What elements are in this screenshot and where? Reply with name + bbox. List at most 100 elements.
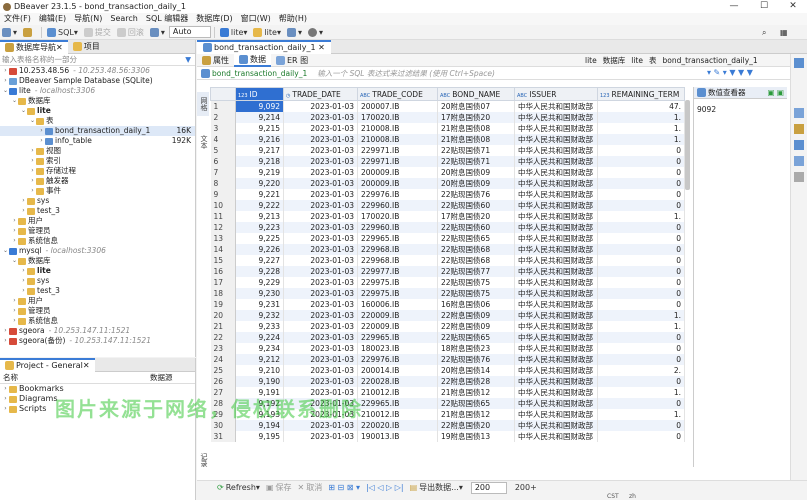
table-cell[interactable]: 220028.IB xyxy=(357,376,438,387)
table-cell[interactable]: 22贴现国债60 xyxy=(437,222,515,233)
table-cell[interactable]: 229977.IB xyxy=(357,266,438,277)
expand-arrow-icon[interactable]: › xyxy=(2,404,9,414)
panel-toggle-icon[interactable] xyxy=(794,156,804,166)
table-cell[interactable]: 2023-01-03 xyxy=(283,112,358,123)
table-row[interactable]: 10 9,222 2023-01-03 229960.IB 22贴现国债60 中华人民共和… xyxy=(210,200,685,211)
table-cell[interactable]: 中华人民共和国财政部 xyxy=(514,200,598,211)
table-cell[interactable]: 200009.IB xyxy=(357,167,438,178)
table-cell[interactable]: 22附息国债28 xyxy=(437,376,515,387)
db-icon-button[interactable] xyxy=(21,26,36,39)
table-cell[interactable]: 中华人民共和国财政部 xyxy=(514,233,598,244)
table-cell[interactable]: 中华人民共和国财政部 xyxy=(514,244,598,255)
table-row[interactable]: 5 9,217 2023-01-03 229971.IB 22贴现国债71 中华人民共和国… xyxy=(210,145,685,156)
row-limit-input[interactable]: 200 xyxy=(470,481,507,494)
table-cell[interactable]: 中华人民共和国财政部 xyxy=(514,145,598,156)
table-cell[interactable]: 229968.IB xyxy=(357,244,438,255)
expand-arrow-icon[interactable]: ⌄ xyxy=(29,116,36,126)
table-cell[interactable]: 1. xyxy=(597,321,685,332)
table-cell[interactable]: 20附息国债09 xyxy=(437,167,515,178)
table-cell[interactable]: 0 xyxy=(597,277,685,288)
table-cell[interactable]: 9,212 xyxy=(235,354,284,365)
table-cell[interactable]: 229965.IB xyxy=(357,233,438,244)
record-side-tab[interactable]: 记录 xyxy=(197,448,209,472)
crumb[interactable]: lite xyxy=(631,56,643,65)
menu-item[interactable]: 文件(F) xyxy=(0,13,35,25)
column-header[interactable]: ◷ TRADE_DATE xyxy=(283,87,358,101)
table-cell[interactable]: 中华人民共和国财政部 xyxy=(514,123,598,134)
table-cell[interactable]: 2023-01-03 xyxy=(283,178,358,189)
table-cell[interactable]: 229971.IB xyxy=(357,145,438,156)
tree-node[interactable]: › 系统信息 xyxy=(0,316,195,326)
table-cell[interactable]: 0 xyxy=(597,332,685,343)
expand-arrow-icon[interactable]: ⌄ xyxy=(2,246,9,256)
tree-node[interactable]: › 事件 xyxy=(0,186,195,196)
table-row[interactable]: 7 9,219 2023-01-03 200009.IB 20附息国债09 中华人民共和国… xyxy=(210,167,685,178)
table-cell[interactable]: 20附息国债14 xyxy=(437,365,515,376)
row-number[interactable]: 5 xyxy=(210,145,236,156)
menu-item[interactable]: 窗口(W) xyxy=(237,13,275,25)
table-cell[interactable]: 229965.IB xyxy=(357,398,438,409)
table-cell[interactable]: 210008.IB xyxy=(357,123,438,134)
row-number[interactable]: 11 xyxy=(210,211,236,222)
row-number[interactable]: 9 xyxy=(210,189,236,200)
row-number[interactable]: 4 xyxy=(210,134,236,145)
table-row[interactable]: 24 9,212 2023-01-03 229976.IB 22贴现国债76 中华人民共和… xyxy=(210,354,685,365)
table-cell[interactable]: 229976.IB xyxy=(357,189,438,200)
table-cell[interactable]: 2023-01-03 xyxy=(283,365,358,376)
tree-node[interactable]: › sgeora - 10.253.147.11:1521 xyxy=(0,326,195,336)
expand-arrow-icon[interactable]: › xyxy=(29,176,36,186)
value-viewer-actions[interactable]: ▣ ▣ xyxy=(767,88,784,97)
table-row[interactable]: 8 9,220 2023-01-03 200009.IB 20附息国债09 中华人民共和国… xyxy=(210,178,685,189)
tree-node[interactable]: › 管理员 xyxy=(0,226,195,236)
row-number[interactable]: 19 xyxy=(210,299,236,310)
row-number[interactable]: 24 xyxy=(210,354,236,365)
expand-arrow-icon[interactable]: ⌄ xyxy=(11,96,18,106)
table-row[interactable]: 21 9,233 2023-01-03 220009.IB 22附息国债09 中华人民共和… xyxy=(210,321,685,332)
column-header[interactable]: ABC BOND_NAME xyxy=(437,87,515,101)
table-cell[interactable]: 2. xyxy=(597,365,685,376)
table-cell[interactable]: 中华人民共和国财政部 xyxy=(514,387,598,398)
table-cell[interactable]: 19附息国债13 xyxy=(437,431,515,442)
navigator-filter-input[interactable]: 输入表格名称的一部分 ▼ xyxy=(0,54,195,66)
table-cell[interactable]: 2023-01-03 xyxy=(283,321,358,332)
table-cell[interactable]: 中华人民共和国财政部 xyxy=(514,321,598,332)
expand-arrow-icon[interactable]: › xyxy=(2,66,9,76)
grid-side-tab[interactable]: 网格 xyxy=(197,92,209,116)
expand-arrow-icon[interactable]: › xyxy=(20,276,27,286)
table-cell[interactable]: 1. xyxy=(597,310,685,321)
table-cell[interactable]: 170020.IB xyxy=(357,112,438,123)
table-cell[interactable]: 180023.IB xyxy=(357,343,438,354)
panel-toggle-icon[interactable] xyxy=(794,108,804,118)
tree-node[interactable]: › 用户 xyxy=(0,216,195,226)
tab-projects[interactable]: 项目 xyxy=(68,40,105,54)
table-cell[interactable]: 2023-01-03 xyxy=(283,167,358,178)
table-cell[interactable]: 21附息国债12 xyxy=(437,409,515,420)
table-cell[interactable]: 22贴现国债76 xyxy=(437,354,515,365)
table-cell[interactable]: 9,221 xyxy=(235,189,284,200)
row-number[interactable]: 13 xyxy=(210,233,236,244)
expand-arrow-icon[interactable]: › xyxy=(11,296,18,306)
table-cell[interactable]: 中华人民共和国财政部 xyxy=(514,332,598,343)
table-cell[interactable]: 22贴现国债65 xyxy=(437,332,515,343)
tree-node[interactable]: › sgeora(备份) - 10.253.147.11:1521 xyxy=(0,336,195,346)
commit-button[interactable]: 提交 xyxy=(82,26,113,39)
maximize-button[interactable]: ☐ xyxy=(750,0,778,13)
table-cell[interactable]: 9,216 xyxy=(235,134,284,145)
table-cell[interactable]: 170020.IB xyxy=(357,211,438,222)
expand-arrow-icon[interactable]: › xyxy=(20,286,27,296)
table-cell[interactable]: 9,222 xyxy=(235,200,284,211)
table-cell[interactable]: 1. xyxy=(597,123,685,134)
menu-item[interactable]: 导航(N) xyxy=(70,13,106,25)
tab-project-general[interactable]: Project - General ✕ xyxy=(0,357,95,372)
row-number[interactable]: 18 xyxy=(210,288,236,299)
table-cell[interactable]: 9,092 xyxy=(235,100,284,112)
table-cell[interactable]: 中华人民共和国财政部 xyxy=(514,167,598,178)
table-cell[interactable]: 0 xyxy=(597,431,685,442)
menu-item[interactable]: 编辑(E) xyxy=(35,13,70,25)
row-number[interactable]: 6 xyxy=(210,156,236,167)
table-cell[interactable]: 22贴现国债71 xyxy=(437,145,515,156)
table-cell[interactable]: 0 xyxy=(597,398,685,409)
table-cell[interactable]: 0 xyxy=(597,167,685,178)
table-cell[interactable]: 2023-01-03 xyxy=(283,123,358,134)
table-cell[interactable]: 17附息国债20 xyxy=(437,211,515,222)
